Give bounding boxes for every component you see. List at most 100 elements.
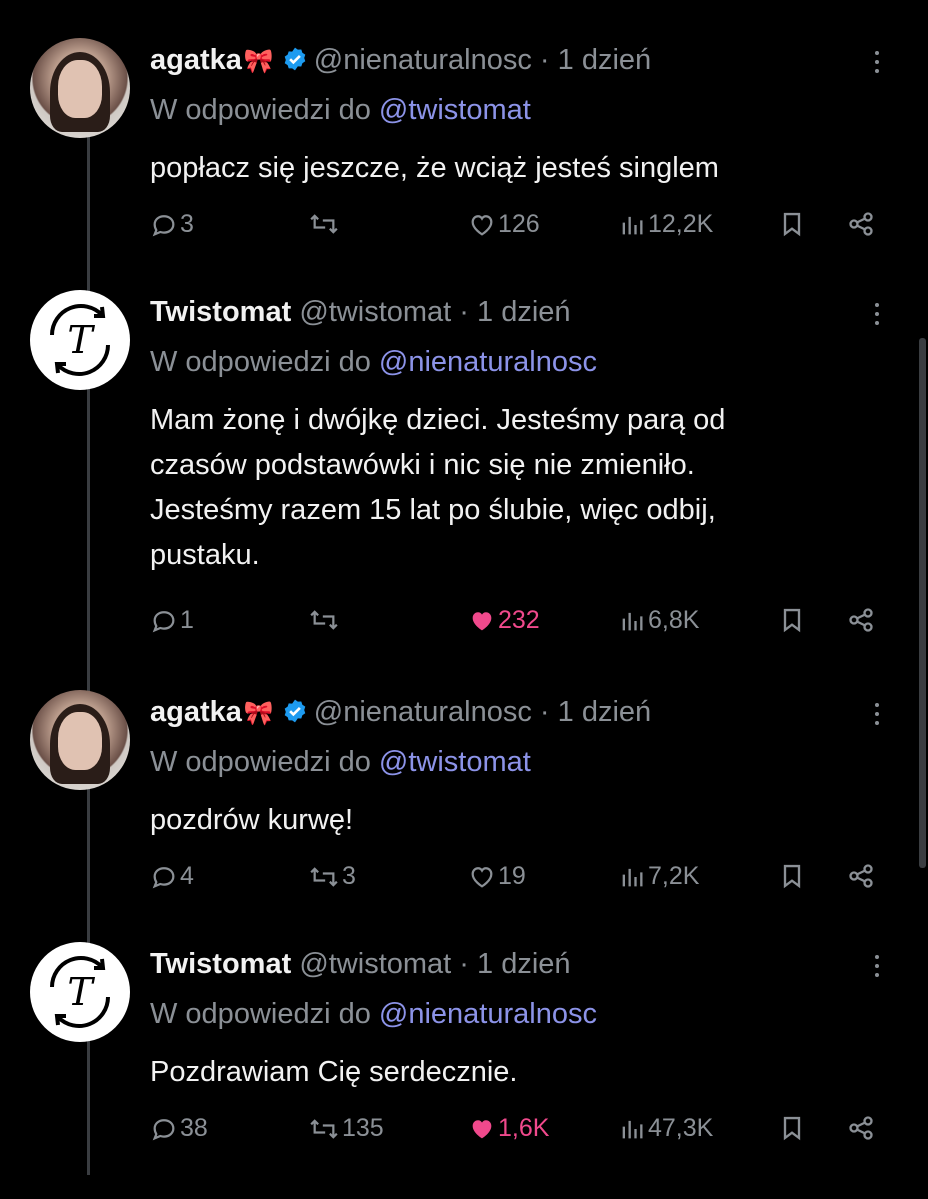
action-bar: 1 232 6,8K bbox=[150, 606, 890, 646]
share-button[interactable] bbox=[845, 1114, 877, 1142]
timestamp[interactable]: 1 dzień bbox=[558, 44, 652, 76]
retweet-button[interactable] bbox=[308, 210, 342, 238]
heart-icon bbox=[471, 214, 493, 236]
mention-link[interactable]: @nienaturalnosc bbox=[379, 998, 597, 1030]
reply-context: W odpowiedzi do @nienaturalnosc bbox=[150, 998, 597, 1031]
views-button[interactable]: 12,2K bbox=[618, 210, 713, 239]
bookmark-button[interactable] bbox=[778, 862, 806, 890]
twistomat-logo-icon: T bbox=[31, 291, 129, 389]
reply-button[interactable]: 3 bbox=[150, 210, 194, 239]
tweet-header: Twistomat @twistomat · 1 dzień bbox=[150, 296, 571, 328]
bow-emoji: 🎀 bbox=[243, 48, 274, 75]
heart-filled-icon bbox=[472, 611, 492, 630]
reply-prefix: W odpowiedzi do bbox=[150, 346, 371, 378]
more-options-icon[interactable] bbox=[872, 298, 882, 330]
reply-icon bbox=[152, 1118, 175, 1140]
views-icon bbox=[622, 1120, 643, 1138]
display-name[interactable]: Twistomat bbox=[150, 296, 291, 328]
views-button[interactable]: 6,8K bbox=[618, 606, 699, 635]
handle[interactable]: @nienaturalnosc bbox=[314, 44, 532, 76]
share-button[interactable] bbox=[845, 606, 877, 634]
share-icon bbox=[849, 608, 873, 632]
retweet-count: 3 bbox=[342, 862, 356, 890]
reply-prefix: W odpowiedzi do bbox=[150, 746, 371, 778]
handle[interactable]: @nienaturalnosc bbox=[314, 696, 532, 728]
reply-count: 3 bbox=[180, 210, 194, 238]
views-button[interactable]: 47,3K bbox=[618, 1114, 713, 1143]
retweet-button[interactable]: 135 bbox=[308, 1114, 384, 1143]
share-button[interactable] bbox=[845, 862, 877, 890]
bow-emoji: 🎀 bbox=[243, 700, 274, 727]
reply-prefix: W odpowiedzi do bbox=[150, 94, 371, 126]
scrollbar[interactable] bbox=[919, 338, 926, 868]
tweet-header: agatka🎀 @nienaturalnosc · 1 dzień bbox=[150, 696, 651, 732]
bookmark-button[interactable] bbox=[778, 606, 806, 634]
views-button[interactable]: 7,2K bbox=[618, 862, 699, 891]
bookmark-button[interactable] bbox=[778, 210, 806, 238]
reply-button[interactable]: 4 bbox=[150, 862, 194, 891]
display-name[interactable]: agatka bbox=[150, 696, 242, 728]
svg-text:T: T bbox=[67, 970, 95, 1014]
tweet-text: popłacz się jeszcze, że wciąż jesteś sin… bbox=[150, 152, 719, 184]
retweet-count: 135 bbox=[342, 1114, 384, 1142]
action-bar: 38 135 1,6K 47,3K bbox=[150, 1114, 890, 1154]
like-count: 232 bbox=[498, 606, 540, 634]
more-options-icon[interactable] bbox=[872, 46, 882, 78]
tweet-text: Pozdrawiam Cię serdecznie. bbox=[150, 1056, 518, 1088]
timestamp[interactable]: 1 dzień bbox=[477, 948, 571, 980]
tweet-text: Mam żonę i dwójkę dzieci. Jesteśmy parą … bbox=[150, 398, 890, 578]
views-count: 12,2K bbox=[648, 210, 714, 238]
like-count: 1,6K bbox=[498, 1114, 550, 1142]
reply-context: W odpowiedzi do @twistomat bbox=[150, 746, 531, 779]
like-button[interactable]: 126 bbox=[468, 210, 540, 239]
views-icon bbox=[622, 612, 643, 630]
more-options-icon[interactable] bbox=[872, 698, 882, 730]
share-icon bbox=[849, 864, 873, 888]
avatar[interactable] bbox=[30, 38, 130, 138]
heart-filled-icon bbox=[472, 1119, 492, 1138]
action-bar: 3 126 12,2K bbox=[150, 210, 890, 250]
views-icon bbox=[622, 216, 643, 234]
retweet-icon bbox=[310, 1118, 338, 1139]
like-button[interactable]: 232 bbox=[468, 606, 540, 635]
reply-prefix: W odpowiedzi do bbox=[150, 998, 371, 1030]
display-name[interactable]: Twistomat bbox=[150, 948, 291, 980]
timestamp[interactable]: 1 dzień bbox=[558, 696, 652, 728]
tweet-text: pozdrów kurwę! bbox=[150, 804, 354, 836]
like-count: 126 bbox=[498, 210, 540, 238]
action-bar: 4 3 19 7,2K bbox=[150, 862, 890, 902]
retweet-button[interactable]: 3 bbox=[308, 862, 356, 891]
mention-link[interactable]: @nienaturalnosc bbox=[379, 346, 597, 378]
views-count: 47,3K bbox=[648, 1114, 714, 1142]
retweet-icon bbox=[310, 610, 338, 630]
share-button[interactable] bbox=[845, 210, 877, 238]
bookmark-icon bbox=[783, 608, 801, 633]
reply-button[interactable]: 38 bbox=[150, 1114, 208, 1143]
mention-link[interactable]: @twistomat bbox=[379, 94, 531, 126]
tweet-header: agatka🎀 @nienaturalnosc · 1 dzień bbox=[150, 44, 651, 80]
bookmark-button[interactable] bbox=[778, 1114, 806, 1142]
retweet-button[interactable] bbox=[308, 606, 342, 634]
reply-icon bbox=[152, 610, 175, 632]
display-name[interactable]: agatka bbox=[150, 44, 242, 76]
handle[interactable]: @twistomat bbox=[299, 296, 451, 328]
timestamp[interactable]: 1 dzień bbox=[477, 296, 571, 328]
more-options-icon[interactable] bbox=[872, 950, 882, 982]
verified-badge-icon bbox=[282, 698, 308, 732]
tweet-text-line: Mam żonę i dwójkę dzieci. Jesteśmy parą … bbox=[150, 404, 726, 436]
like-count: 19 bbox=[498, 862, 526, 890]
retweet-icon bbox=[310, 866, 338, 887]
svg-text:T: T bbox=[67, 318, 95, 362]
like-button[interactable]: 1,6K bbox=[468, 1114, 549, 1143]
tweet-text-line: czasów podstawówki i nic się nie zmienił… bbox=[150, 449, 695, 481]
reply-button[interactable]: 1 bbox=[150, 606, 194, 635]
like-button[interactable]: 19 bbox=[468, 862, 526, 891]
reply-icon bbox=[152, 866, 175, 888]
handle[interactable]: @twistomat bbox=[299, 948, 451, 980]
retweet-icon bbox=[310, 214, 338, 234]
avatar[interactable]: T bbox=[30, 290, 130, 390]
avatar[interactable] bbox=[30, 690, 130, 790]
reply-context: W odpowiedzi do @nienaturalnosc bbox=[150, 346, 597, 379]
mention-link[interactable]: @twistomat bbox=[379, 746, 531, 778]
avatar[interactable]: T bbox=[30, 942, 130, 1042]
